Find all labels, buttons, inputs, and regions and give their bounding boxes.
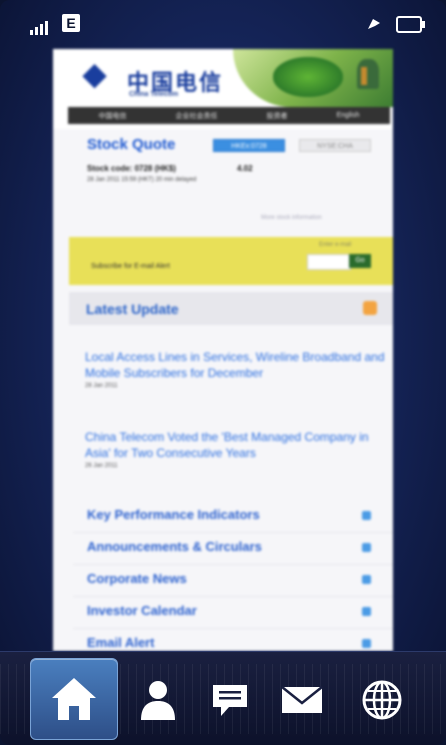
arrow-icon xyxy=(362,607,371,616)
quick-link-label: Email Alert xyxy=(87,635,155,650)
quick-link-label: Investor Calendar xyxy=(87,603,197,618)
stock-quote-section: Stock Quote HKEx:0728 NYSE:CHA Stock cod… xyxy=(53,129,393,229)
header-banner-image xyxy=(233,49,393,107)
quick-link-corporate-news[interactable]: Corporate News xyxy=(73,565,393,597)
mail-icon xyxy=(281,686,323,713)
news-headline[interactable]: Local Access Lines in Services, Wireline… xyxy=(85,349,385,381)
stock-code-label: Stock code: 0728 (HK$) xyxy=(87,164,176,173)
nav-item[interactable]: 中国电信 xyxy=(99,111,127,121)
latest-update-header: Latest Update xyxy=(69,292,393,325)
news-item[interactable]: Local Access Lines in Services, Wireline… xyxy=(85,349,385,389)
quick-link-label: Announcements & Circulars xyxy=(87,539,262,554)
stock-quote-title: Stock Quote xyxy=(87,136,176,153)
email-alert-banner: Subscribe for E-mail Alert Enter e-mail … xyxy=(69,237,393,285)
bottom-dock xyxy=(0,651,446,745)
messages-button[interactable] xyxy=(190,660,270,740)
status-bar: E xyxy=(0,0,446,48)
contacts-button[interactable] xyxy=(118,660,198,740)
quick-link-email-alert[interactable]: Email Alert xyxy=(73,629,393,651)
email-input-caption: Enter e-mail xyxy=(319,242,352,248)
contacts-icon xyxy=(141,681,175,720)
site-header: ◆ 中国电信 China Telecom 中国电信 企业社会责任 投资者 Eng… xyxy=(53,49,393,129)
nav-item[interactable]: English xyxy=(337,112,360,119)
network-type-icon: E xyxy=(62,14,80,32)
news-date: 26 Jan 2011 xyxy=(85,463,118,469)
quick-link-announcements[interactable]: Announcements & Circulars xyxy=(73,533,393,565)
news-headline[interactable]: China Telecom Voted the 'Best Managed Co… xyxy=(85,429,385,461)
news-date: 28 Jan 2011 xyxy=(85,383,118,389)
arrow-icon xyxy=(362,575,371,584)
home-button[interactable] xyxy=(30,658,118,740)
stock-quote-row: Stock code: 0728 (HK$) 4.02 xyxy=(87,164,253,173)
logo-english-text: China Telecom xyxy=(129,91,179,98)
nav-item[interactable]: 企业社会责任 xyxy=(176,111,218,121)
home-icon xyxy=(52,678,96,720)
browser-viewport[interactable]: ◆ 中国电信 China Telecom 中国电信 企业社会责任 投资者 Eng… xyxy=(53,49,393,651)
quick-link-label: Key Performance Indicators xyxy=(87,507,260,522)
quick-link-kpi[interactable]: Key Performance Indicators xyxy=(73,501,393,533)
quick-link-investor-calendar[interactable]: Investor Calendar xyxy=(73,597,393,629)
signal-icon xyxy=(30,17,48,35)
email-go-button[interactable]: Go xyxy=(349,254,371,268)
stock-price-value: 4.02 xyxy=(237,164,253,173)
tab-hkex[interactable]: HKEx:0728 xyxy=(213,139,285,152)
messages-icon xyxy=(213,685,247,716)
nav-item[interactable]: 投资者 xyxy=(267,111,288,121)
quick-link-label: Corporate News xyxy=(87,571,187,586)
tab-nyse[interactable]: NYSE:CHA xyxy=(299,139,371,152)
more-stock-info-link[interactable]: More stock information xyxy=(261,215,322,221)
arrow-icon xyxy=(362,543,371,552)
rss-icon[interactable] xyxy=(363,301,377,315)
latest-update-title: Latest Update xyxy=(86,301,179,317)
alarm-icon xyxy=(368,19,380,29)
arrow-icon xyxy=(362,511,371,520)
logo-mark-icon: ◆ xyxy=(83,58,107,91)
stock-quote-timestamp: 28 Jan 2011 15:59 (HKT) 20 min delayed xyxy=(87,177,197,183)
mail-button[interactable] xyxy=(262,660,342,740)
email-alert-text: Subscribe for E-mail Alert xyxy=(91,263,170,270)
arrow-icon xyxy=(362,639,371,648)
battery-icon xyxy=(396,16,425,33)
quick-links-list: Key Performance Indicators Announcements… xyxy=(73,501,393,651)
phone-frame: E ◆ 中国电信 China Telecom 中国电信 企业社会责任 投资者 E… xyxy=(0,0,446,745)
web-icon xyxy=(362,680,402,720)
top-navigation: 中国电信 企业社会责任 投资者 English xyxy=(68,107,390,124)
browser-button[interactable] xyxy=(342,660,422,740)
news-item[interactable]: China Telecom Voted the 'Best Managed Co… xyxy=(85,429,385,469)
email-input[interactable] xyxy=(307,254,351,270)
